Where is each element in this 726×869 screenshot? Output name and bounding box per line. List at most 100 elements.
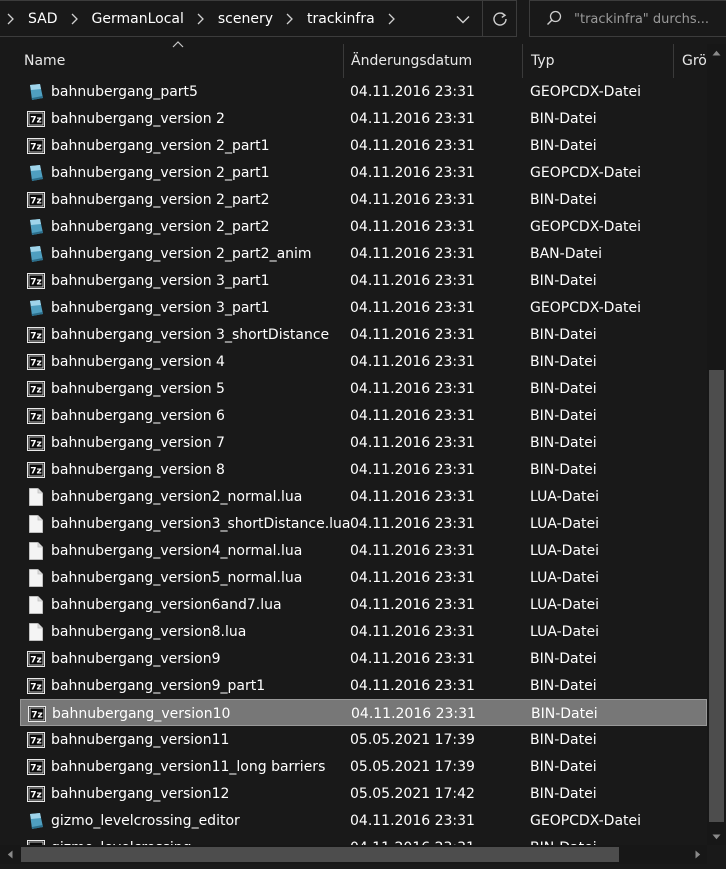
column-header-date[interactable]: Änderungsdatum [343, 44, 523, 78]
file-type: GEOPCDX-Datei [530, 83, 642, 100]
file-row[interactable]: bahnubergang_version 2_part2 04.11.2016 2… [20, 213, 707, 240]
file-type: BIN-Datei [530, 110, 597, 127]
file-date: 04.11.2016 23:31 [350, 164, 475, 181]
7z-archive-icon: 7z [25, 834, 47, 845]
svg-text:7z: 7z [30, 142, 42, 152]
file-list[interactable]: bahnubergang_part5 04.11.2016 23:31 GEOPCD… [0, 78, 707, 845]
chevron-right-icon[interactable] [387, 13, 395, 25]
vertical-scrollbar[interactable] [707, 44, 726, 845]
search-input[interactable] [574, 7, 724, 31]
file-row[interactable]: 7z bahnubergang_version10 04.11.2016 23:31… [20, 699, 707, 726]
file-name: bahnubergang_version11_long barriers [51, 758, 326, 775]
column-header-type[interactable]: Typ [522, 44, 674, 78]
breadcrumb: SAD GermanLocal scenery trackinfra [6, 1, 407, 37]
scroll-down-button[interactable] [707, 828, 726, 845]
chevron-right-icon[interactable] [196, 13, 204, 25]
svg-text:7z: 7z [30, 277, 42, 287]
svg-text:7z: 7z [30, 736, 42, 746]
file-name: bahnubergang_version6and7.lua [51, 596, 282, 613]
file-row[interactable]: 7z bahnubergang_version 7 04.11.2016 23:31… [20, 429, 707, 456]
chevron-right-icon[interactable] [70, 13, 78, 25]
file-date: 04.11.2016 23:31 [350, 245, 475, 262]
file-row[interactable]: 7z bahnubergang_version9_part1 04.11.2016 … [20, 672, 707, 699]
svg-text:7z: 7z [30, 763, 42, 773]
file-type: GEOPCDX-Datei [530, 299, 642, 316]
file-type: GEOPCDX-Datei [530, 164, 642, 181]
text-file-icon [25, 537, 47, 564]
file-row[interactable]: bahnubergang_version4_normal.lua 04.11.20… [20, 537, 707, 564]
scroll-left-button[interactable] [0, 845, 19, 864]
file-row[interactable]: 7z bahnubergang_version 5 04.11.2016 23:31… [20, 375, 707, 402]
breadcrumb-item-sad[interactable]: SAD [26, 11, 60, 27]
svg-text:7z: 7z [30, 385, 42, 395]
file-row[interactable]: bahnubergang_version 3_part1 04.11.2016 2… [20, 294, 707, 321]
file-name: bahnubergang_version5_normal.lua [51, 569, 303, 586]
file-name: bahnubergang_version 2_part2 [51, 191, 270, 208]
chevron-down-icon [456, 15, 470, 23]
horizontal-scroll-thumb[interactable] [21, 847, 619, 862]
7z-archive-icon: 7z [25, 267, 47, 294]
file-row[interactable]: 7z gizmo_levelcrossing04.11.2016 23:31 BIN… [20, 834, 707, 845]
scrollbar-corner [707, 845, 726, 869]
file-row[interactable]: 7z bahnubergang_version 6 04.11.2016 23:31… [20, 402, 707, 429]
file-type: BIN-Datei [530, 380, 597, 397]
svg-text:7z: 7z [30, 196, 42, 206]
file-row[interactable]: bahnubergang_version 2_part1 04.11.2016 2… [20, 159, 707, 186]
file-row[interactable]: 7z bahnubergang_version 2_part1 04.11.2016… [20, 132, 707, 159]
chevron-right-icon[interactable] [285, 13, 293, 25]
file-row[interactable]: bahnubergang_version 2_part2_anim 04.11.2… [20, 240, 707, 267]
file-row[interactable]: 7z bahnubergang_version9 04.11.2016 23:31 B… [20, 645, 707, 672]
file-type: BIN-Datei [530, 326, 597, 343]
file-name: bahnubergang_version 7 [51, 434, 225, 451]
file-row[interactable]: 7z bahnubergang_version11_long barriers 05… [20, 753, 707, 780]
refresh-button[interactable] [482, 1, 516, 37]
file-row[interactable]: 7z bahnubergang_version 3_part1 04.11.2016… [20, 267, 707, 294]
file-name: bahnubergang_version8.lua [51, 623, 247, 640]
file-row[interactable]: bahnubergang_version6and7.lua 04.11.2016 … [20, 591, 707, 618]
text-file-icon [25, 618, 47, 645]
horizontal-scrollbar[interactable] [0, 845, 707, 864]
file-date: 04.11.2016 23:31 [350, 542, 475, 559]
file-type: BIN-Datei [530, 353, 597, 370]
file-row[interactable]: 7z bahnubergang_version 8 04.11.2016 23:31… [20, 456, 707, 483]
file-row[interactable]: 7z bahnubergang_version12 05.05.2021 17:42… [20, 780, 707, 807]
7z-archive-icon: 7z [25, 753, 47, 780]
svg-text:7z: 7z [30, 655, 42, 665]
file-name: bahnubergang_version10 [52, 705, 231, 722]
file-row[interactable]: bahnubergang_version3_shortDistance.lua 0… [20, 510, 707, 537]
file-name: bahnubergang_version 2 [51, 110, 225, 127]
file-row[interactable]: bahnubergang_version5_normal.lua 04.11.20… [20, 564, 707, 591]
file-row[interactable]: bahnubergang_version2_normal.lua 04.11.20… [20, 483, 707, 510]
file-date: 04.11.2016 23:31 [350, 812, 475, 829]
7z-archive-icon: 7z [25, 645, 47, 672]
scroll-up-button[interactable] [707, 44, 726, 61]
file-type: LUA-Datei [530, 515, 600, 532]
breadcrumb-item-scenery[interactable]: scenery [216, 11, 275, 27]
file-name: bahnubergang_version12 [51, 785, 230, 802]
caret-up-icon [712, 50, 721, 55]
file-date: 04.11.2016 23:31 [350, 326, 475, 343]
file-row[interactable]: 7z bahnubergang_version11 05.05.2021 17:39… [20, 726, 707, 753]
file-type: GEOPCDX-Datei [530, 218, 642, 235]
svg-text:7z: 7z [30, 358, 42, 368]
vertical-scroll-thumb[interactable] [709, 370, 724, 822]
7z-archive-icon: 7z [25, 105, 47, 132]
file-row[interactable]: gizmo_levelcrossing_editor 04.11.2016 23:… [20, 807, 707, 834]
file-row[interactable]: 7z bahnubergang_version 2_part2 04.11.2016… [20, 186, 707, 213]
column-header-name[interactable]: Name [24, 44, 342, 78]
file-type: BIN-Datei [530, 758, 597, 775]
breadcrumb-item-germanlocal[interactable]: GermanLocal [90, 11, 186, 27]
address-history-dropdown[interactable] [448, 1, 478, 37]
scroll-right-button[interactable] [688, 845, 707, 864]
chevron-right-icon[interactable] [6, 13, 14, 25]
file-type: LUA-Datei [530, 542, 600, 559]
file-row[interactable]: bahnubergang_part5 04.11.2016 23:31 GEOPCD… [20, 78, 707, 105]
7z-archive-icon: 7z [25, 402, 47, 429]
file-row[interactable]: 7z bahnubergang_version 4 04.11.2016 23:31… [20, 348, 707, 375]
address-bar[interactable]: SAD GermanLocal scenery trackinfra [0, 0, 517, 37]
file-row[interactable]: bahnubergang_version8.lua 04.11.2016 23:3… [20, 618, 707, 645]
file-row[interactable]: 7z bahnubergang_version 2 04.11.2016 23:31… [20, 105, 707, 132]
search-box[interactable] [529, 0, 726, 37]
file-row[interactable]: 7z bahnubergang_version 3_shortDistance 04… [20, 321, 707, 348]
breadcrumb-item-trackinfra[interactable]: trackinfra [305, 11, 377, 27]
